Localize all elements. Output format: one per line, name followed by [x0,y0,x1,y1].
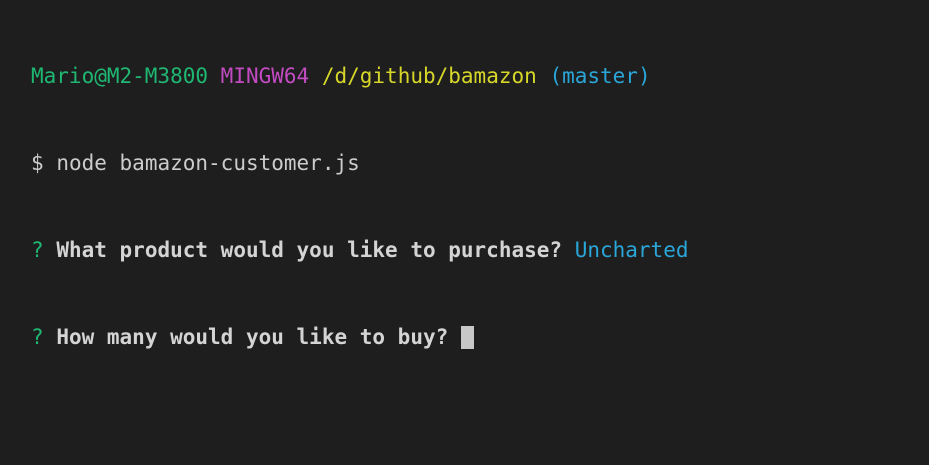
question-marker: ? [31,238,44,262]
prompt-user-host: Mario@M2-M3800 [31,64,209,88]
question-marker: ? [31,325,44,349]
command-text: node bamazon-customer.js [56,151,360,175]
question-line-product: ? What product would you like to purchas… [31,236,929,265]
prompt-cwd: /d/github/bamazon [321,64,537,88]
question-line-quantity[interactable]: ? How many would you like to buy? [31,323,929,352]
command-prompt-symbol: $ [31,151,44,175]
prompt-branch: (master) [549,64,651,88]
text-cursor [460,326,474,349]
prompt-system: MINGW64 [220,64,310,88]
question-text: How many would you like to buy? [56,325,449,349]
question-answer: Uncharted [574,238,689,262]
question-text: What product would you like to purchase? [56,238,563,262]
terminal-window[interactable]: Mario@M2-M3800 MINGW64 /d/github/bamazon… [0,0,929,465]
prompt-line: Mario@M2-M3800 MINGW64 /d/github/bamazon… [31,62,929,91]
command-line: $ node bamazon-customer.js [31,149,929,178]
